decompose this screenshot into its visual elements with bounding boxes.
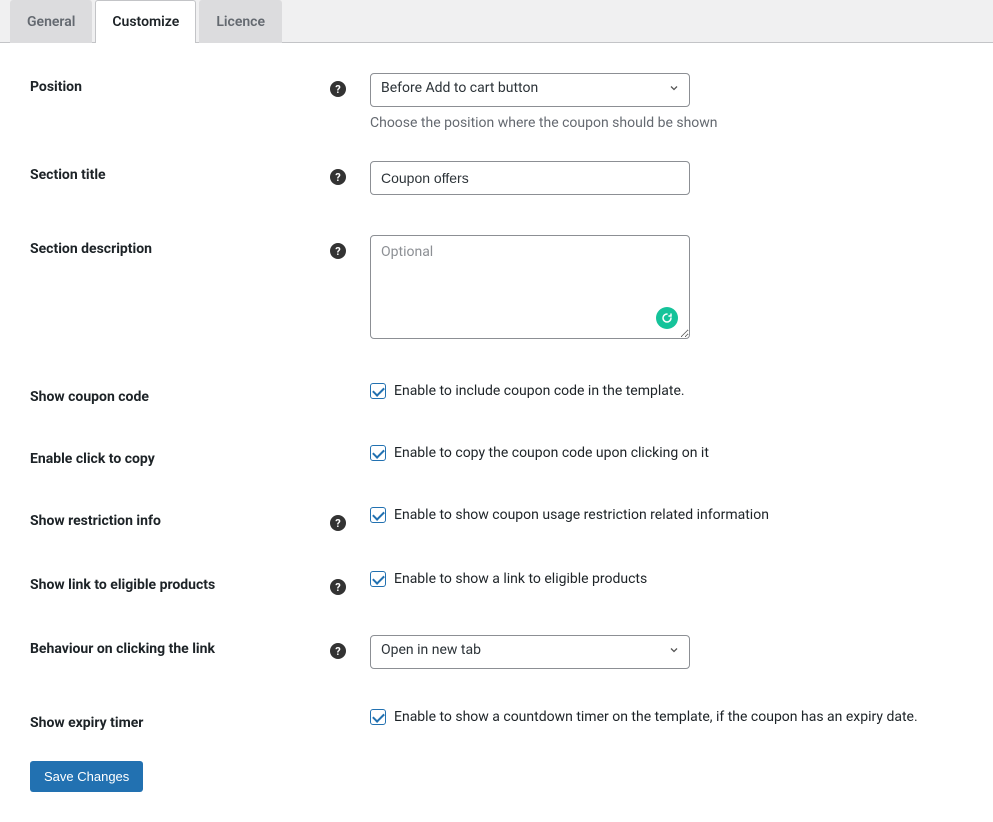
show-coupon-code-checkbox[interactable] bbox=[370, 383, 386, 399]
row-show-coupon-code: Show coupon code Enable to include coupo… bbox=[30, 383, 963, 405]
label-position: Position bbox=[30, 73, 330, 95]
help-icon[interactable]: ? bbox=[330, 169, 346, 185]
label-show-restriction-info: Show restriction info bbox=[30, 507, 330, 529]
row-show-link-eligible: Show link to eligible products ? Enable … bbox=[30, 571, 963, 595]
position-description: Choose the position where the coupon sho… bbox=[370, 115, 963, 131]
help-icon[interactable]: ? bbox=[330, 515, 346, 531]
label-show-coupon-code: Show coupon code bbox=[30, 383, 330, 405]
help-icon[interactable]: ? bbox=[330, 243, 346, 259]
show-restriction-info-text: Enable to show coupon usage restriction … bbox=[394, 507, 769, 523]
enable-click-to-copy-text: Enable to copy the coupon code upon clic… bbox=[394, 445, 709, 461]
tab-customize[interactable]: Customize bbox=[95, 0, 196, 43]
tab-licence[interactable]: Licence bbox=[199, 0, 282, 43]
row-show-expiry-timer: Show expiry timer Enable to show a count… bbox=[30, 709, 963, 731]
show-expiry-timer-checkbox[interactable] bbox=[370, 709, 386, 725]
show-link-eligible-checkbox[interactable] bbox=[370, 571, 386, 587]
save-button[interactable]: Save Changes bbox=[30, 761, 143, 792]
section-description-textarea[interactable] bbox=[370, 235, 690, 339]
help-icon[interactable]: ? bbox=[330, 579, 346, 595]
label-enable-click-to-copy: Enable click to copy bbox=[30, 445, 330, 467]
label-show-expiry-timer: Show expiry timer bbox=[30, 709, 330, 731]
enable-click-to-copy-checkbox[interactable] bbox=[370, 445, 386, 461]
tab-bar: General Customize Licence bbox=[0, 0, 993, 43]
row-section-description: Section description ? bbox=[30, 235, 963, 343]
row-position: Position ? Before Add to cart button Cho… bbox=[30, 73, 963, 131]
help-icon[interactable]: ? bbox=[330, 643, 346, 659]
position-select[interactable]: Before Add to cart button bbox=[370, 73, 690, 107]
show-link-eligible-text: Enable to show a link to eligible produc… bbox=[394, 571, 647, 587]
help-icon[interactable]: ? bbox=[330, 81, 346, 97]
show-expiry-timer-text: Enable to show a countdown timer on the … bbox=[394, 709, 918, 725]
label-show-link-eligible: Show link to eligible products bbox=[30, 571, 330, 593]
label-section-description: Section description bbox=[30, 235, 330, 257]
row-section-title: Section title ? bbox=[30, 161, 963, 195]
row-behaviour-link: Behaviour on clicking the link ? Open in… bbox=[30, 635, 963, 669]
behaviour-link-select[interactable]: Open in new tab bbox=[370, 635, 690, 669]
row-enable-click-to-copy: Enable click to copy Enable to copy the … bbox=[30, 445, 963, 467]
label-behaviour-link: Behaviour on clicking the link bbox=[30, 635, 330, 657]
settings-form: Position ? Before Add to cart button Cho… bbox=[0, 43, 993, 822]
row-show-restriction-info: Show restriction info ? Enable to show c… bbox=[30, 507, 963, 531]
label-section-title: Section title bbox=[30, 161, 330, 183]
show-coupon-code-text: Enable to include coupon code in the tem… bbox=[394, 383, 685, 399]
show-restriction-info-checkbox[interactable] bbox=[370, 507, 386, 523]
tab-general[interactable]: General bbox=[10, 0, 92, 43]
section-title-input[interactable] bbox=[370, 161, 690, 195]
